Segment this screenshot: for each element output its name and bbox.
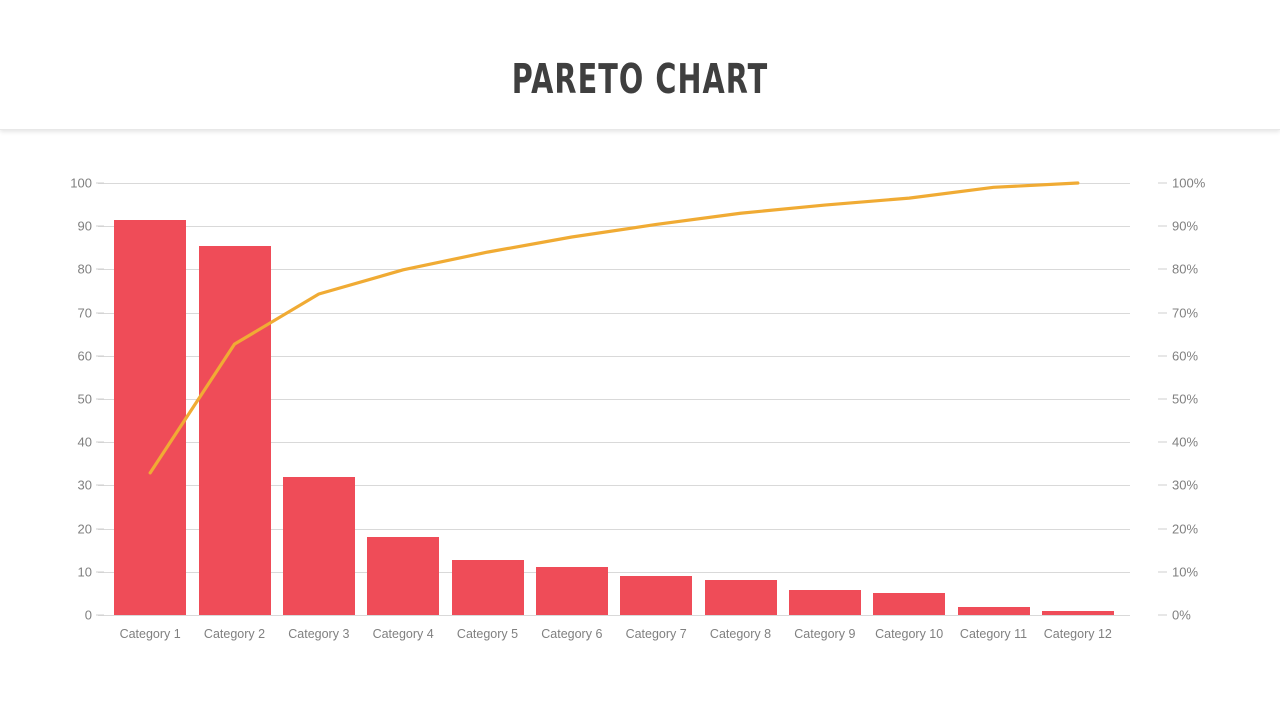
- left-axis-tick-mark: [96, 182, 104, 184]
- left-axis-tick-label: 60: [77, 348, 92, 364]
- left-axis-tick-mark: [96, 528, 104, 530]
- left-axis-tick-mark: [96, 571, 104, 573]
- category-label: Category 4: [372, 627, 434, 641]
- right-axis-tick-label: 90%: [1172, 218, 1199, 234]
- right-axis-tick-mark: [1158, 571, 1167, 573]
- category-label: Category 3: [288, 627, 350, 641]
- left-axis-tick-mark: [96, 484, 104, 486]
- pareto-chart: 0 10 20 30 40 50 60 70 80 90 100 0% 10% 20% 30% 40% 50%…: [0, 130, 1280, 720]
- cumulative-line-series: [148, 181, 1080, 475]
- cumulative-line-path: [148, 181, 1080, 475]
- right-axis-tick-label: 0%: [1172, 607, 1191, 623]
- right-axis-tick-label: 60%: [1172, 348, 1199, 364]
- right-axis-tick-mark: [1158, 484, 1167, 486]
- category-label: Category 10: [875, 627, 944, 641]
- left-axis-tick-label: 0: [84, 607, 92, 623]
- category-label: Category 12: [1043, 627, 1112, 641]
- right-axis-tick-mark: [1158, 225, 1167, 227]
- right-axis-tick-label: 30%: [1172, 477, 1199, 493]
- left-axis-tick-label: 50: [77, 391, 92, 407]
- category-label: Category 7: [625, 627, 687, 641]
- right-axis-tick-label: 80%: [1172, 261, 1199, 277]
- left-axis-tick-mark: [96, 441, 104, 443]
- left-axis-tick-label: 30: [77, 477, 92, 493]
- right-axis-tick-mark: [1158, 268, 1167, 270]
- left-axis-tick-mark: [96, 614, 104, 616]
- category-label: Category 6: [541, 627, 603, 641]
- left-axis-tick-mark: [96, 225, 104, 227]
- left-axis-tick-label: 100: [70, 175, 92, 191]
- category-label: Category 5: [456, 627, 519, 641]
- left-axis-tick-mark: [96, 268, 104, 270]
- right-axis-tick-mark: [1158, 528, 1167, 530]
- right-axis-tick-mark: [1158, 312, 1167, 314]
- left-axis-tick-mark: [96, 398, 104, 400]
- right-axis-tick-mark: [1158, 614, 1167, 616]
- right-axis-tick-label: 70%: [1172, 305, 1199, 321]
- right-axis-tick-label: 100%: [1172, 175, 1206, 191]
- left-axis-tick-label: 90: [77, 218, 92, 234]
- category-label: Category 2: [203, 627, 266, 641]
- left-axis-tick-label: 70: [77, 305, 92, 321]
- plot-area: 0 10 20 30 40 50 60 70 80 90 100 0% 10% 20% 30% 40% 50%…: [70, 176, 1205, 642]
- right-axis-tick-mark: [1158, 355, 1167, 357]
- left-axis-tick-label: 40: [77, 434, 92, 450]
- category-label: Category 1: [119, 627, 181, 641]
- right-axis-tick-mark: [1158, 398, 1167, 400]
- left-axis-tick-mark: [96, 312, 104, 314]
- left-axis-tick-mark: [96, 355, 104, 357]
- category-label: Category 8: [709, 627, 772, 641]
- right-axis-tick-label: 20%: [1172, 521, 1199, 537]
- page-title: PARETO CHART: [511, 55, 769, 103]
- axis-baseline: [98, 615, 1130, 616]
- right-axis-tick-label: 40%: [1172, 434, 1199, 450]
- category-label: Category 11: [959, 627, 1028, 641]
- right-axis-tick-mark: [1158, 441, 1167, 443]
- category-label: Category 9: [794, 627, 856, 641]
- right-axis-tick-label: 50%: [1172, 391, 1199, 407]
- right-axis-tick-mark: [1158, 182, 1167, 184]
- left-axis-tick-label: 20: [77, 521, 92, 537]
- slide-header: PARETO CHART: [0, 0, 1280, 130]
- left-axis-tick-label: 10: [77, 564, 92, 580]
- right-axis-tick-label: 10%: [1172, 564, 1199, 580]
- left-axis-tick-label: 80: [77, 261, 92, 277]
